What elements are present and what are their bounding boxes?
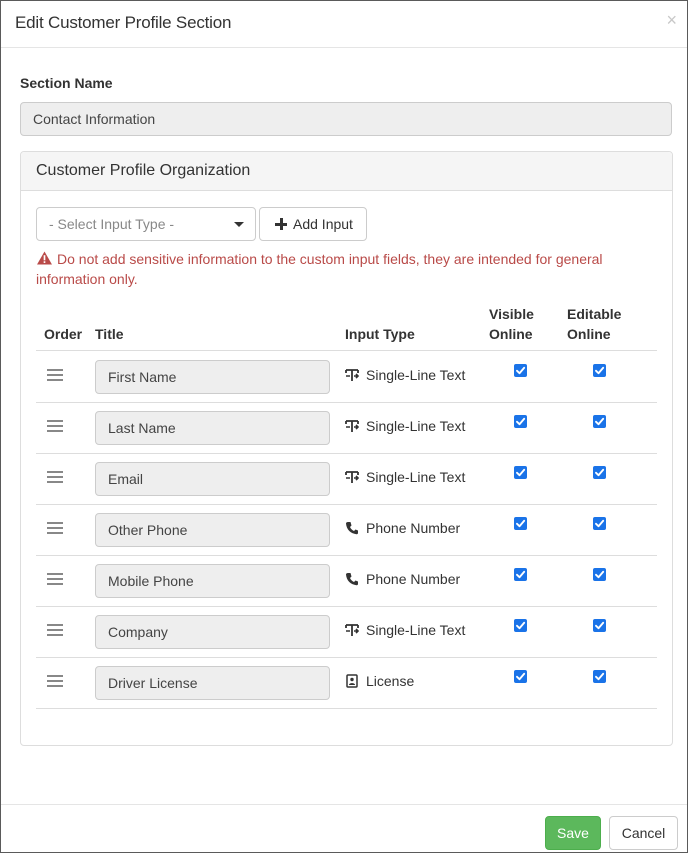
panel-heading: Customer Profile Organization bbox=[21, 152, 672, 191]
profile-organization-panel: Customer Profile Organization - Select I… bbox=[20, 151, 673, 746]
input-type-cell: Phone Number bbox=[345, 571, 460, 587]
visible-online-checkbox[interactable] bbox=[514, 670, 527, 683]
input-type-label: Phone Number bbox=[366, 571, 461, 587]
field-title-input[interactable]: First Name bbox=[95, 360, 330, 394]
input-type-cell: Single-Line Text bbox=[345, 367, 465, 383]
text-input-icon bbox=[345, 368, 360, 382]
save-button[interactable]: Save bbox=[545, 816, 601, 850]
input-type-cell: Single-Line Text bbox=[345, 469, 465, 485]
table-row: Driver License License bbox=[36, 658, 657, 709]
input-type-label: Phone Number bbox=[366, 520, 461, 536]
header-editable-line2: Online bbox=[567, 326, 611, 342]
cancel-button[interactable]: Cancel bbox=[609, 816, 678, 850]
add-input-label: Add Input bbox=[293, 216, 353, 232]
editable-online-checkbox[interactable] bbox=[593, 364, 606, 377]
close-icon[interactable]: × bbox=[666, 11, 677, 29]
sensitive-info-warning: Do not add sensitive information to the … bbox=[36, 249, 636, 289]
section-name-input[interactable] bbox=[20, 102, 672, 136]
modal-title: Edit Customer Profile Section bbox=[15, 13, 232, 32]
table-header-divider bbox=[36, 350, 657, 351]
field-title-input[interactable]: Email bbox=[95, 462, 330, 496]
header-title: Title bbox=[95, 326, 124, 342]
editable-online-checkbox[interactable] bbox=[593, 619, 606, 632]
drag-handle-icon[interactable] bbox=[47, 624, 63, 636]
drag-handle-icon[interactable] bbox=[47, 573, 63, 585]
header-editable-online: Editable Online bbox=[567, 304, 627, 344]
header-order: Order bbox=[44, 326, 83, 342]
field-title-input[interactable]: Driver License bbox=[95, 666, 330, 700]
visible-online-checkbox[interactable] bbox=[514, 364, 527, 377]
phone-icon bbox=[345, 521, 359, 535]
drag-handle-icon[interactable] bbox=[47, 471, 63, 483]
warning-triangle-icon bbox=[37, 251, 52, 265]
table-row: Last Name Single-Line Text bbox=[36, 403, 657, 454]
field-title-input[interactable]: Last Name bbox=[95, 411, 330, 445]
header-input-type: Input Type bbox=[345, 326, 415, 342]
drag-handle-icon[interactable] bbox=[47, 369, 63, 381]
input-type-label: Single-Line Text bbox=[366, 469, 466, 485]
visible-online-checkbox[interactable] bbox=[514, 415, 527, 428]
input-type-label: License bbox=[366, 673, 415, 689]
input-type-cell: Phone Number bbox=[345, 520, 460, 536]
editable-online-checkbox[interactable] bbox=[593, 466, 606, 479]
drag-handle-icon[interactable] bbox=[47, 420, 63, 432]
modal-header: Edit Customer Profile Section × bbox=[1, 1, 687, 48]
phone-icon bbox=[345, 572, 359, 586]
modal-footer-divider bbox=[1, 804, 687, 805]
visible-online-checkbox[interactable] bbox=[514, 568, 527, 581]
header-editable-line1: Editable bbox=[567, 306, 622, 322]
panel-title: Customer Profile Organization bbox=[36, 162, 251, 179]
text-input-icon bbox=[345, 419, 360, 433]
cancel-button-label: Cancel bbox=[621, 825, 666, 841]
caret-down-icon bbox=[234, 222, 244, 227]
edit-section-modal: Edit Customer Profile Section × Section … bbox=[0, 0, 688, 853]
field-title-input[interactable]: Mobile Phone bbox=[95, 564, 330, 598]
plus-icon bbox=[275, 218, 287, 230]
drag-handle-icon[interactable] bbox=[47, 675, 63, 687]
header-visible-online: Visible Online bbox=[489, 304, 541, 344]
visible-online-checkbox[interactable] bbox=[514, 619, 527, 632]
input-type-cell: License bbox=[345, 673, 414, 689]
field-title-input[interactable]: Company bbox=[95, 615, 330, 649]
editable-online-checkbox[interactable] bbox=[593, 670, 606, 683]
header-visible-line1: Visible bbox=[489, 306, 534, 322]
table-row: Mobile Phone Phone Number bbox=[36, 556, 657, 607]
text-input-icon bbox=[345, 623, 360, 637]
visible-online-checkbox[interactable] bbox=[514, 517, 527, 530]
input-type-label: Single-Line Text bbox=[366, 622, 466, 638]
text-input-icon bbox=[345, 470, 360, 484]
input-type-cell: Single-Line Text bbox=[345, 418, 465, 434]
input-type-select[interactable]: - Select Input Type - bbox=[36, 207, 256, 241]
input-type-label: Single-Line Text bbox=[366, 367, 466, 383]
add-input-button[interactable]: Add Input bbox=[259, 207, 367, 241]
editable-online-checkbox[interactable] bbox=[593, 568, 606, 581]
input-type-select-value: - Select Input Type - bbox=[49, 216, 175, 232]
header-visible-line2: Online bbox=[489, 326, 533, 342]
visible-online-checkbox[interactable] bbox=[514, 466, 527, 479]
warning-text: Do not add sensitive information to the … bbox=[36, 251, 603, 287]
input-type-label: Single-Line Text bbox=[366, 418, 466, 434]
input-type-cell: Single-Line Text bbox=[345, 622, 465, 638]
table-row: First Name Single-Line Text bbox=[36, 352, 657, 403]
section-name-label: Section Name bbox=[20, 75, 113, 91]
license-icon bbox=[345, 674, 359, 688]
drag-handle-icon[interactable] bbox=[47, 522, 63, 534]
table-row: Email Single-Line Text bbox=[36, 454, 657, 505]
editable-online-checkbox[interactable] bbox=[593, 415, 606, 428]
save-button-label: Save bbox=[557, 825, 589, 841]
table-row: Other Phone Phone Number bbox=[36, 505, 657, 556]
field-title-input[interactable]: Other Phone bbox=[95, 513, 330, 547]
editable-online-checkbox[interactable] bbox=[593, 517, 606, 530]
table-row: Company Single-Line Text bbox=[36, 607, 657, 658]
